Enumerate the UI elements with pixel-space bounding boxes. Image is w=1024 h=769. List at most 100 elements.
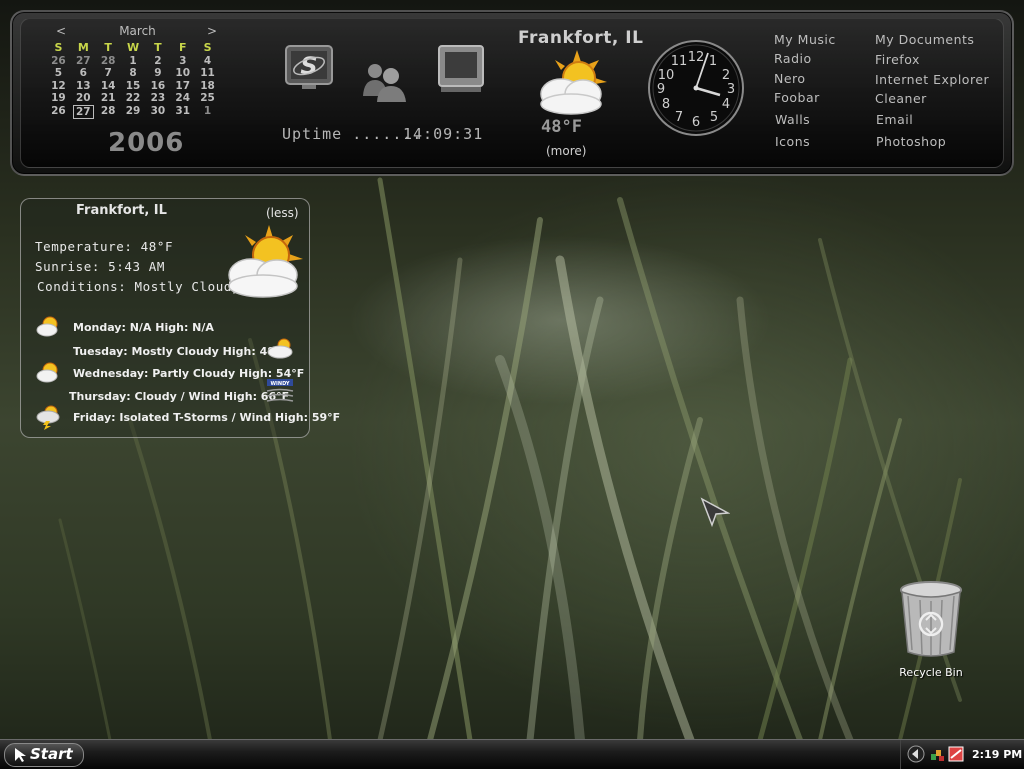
svg-text:12: 12 bbox=[688, 50, 705, 65]
calendar-day[interactable]: 26 bbox=[46, 55, 71, 68]
calendar-day[interactable]: 5 bbox=[46, 67, 71, 80]
link-email[interactable]: Email bbox=[876, 112, 913, 127]
calendar-week: 5 6 7 8 9 10 11 bbox=[46, 67, 220, 80]
link-radio[interactable]: Radio bbox=[774, 51, 812, 66]
svg-text:10: 10 bbox=[658, 68, 675, 83]
calendar-day[interactable]: 29 bbox=[121, 105, 146, 119]
mouse-cursor bbox=[700, 497, 731, 531]
calendar-day[interactable]: 28 bbox=[96, 55, 121, 68]
calendar-day[interactable]: 14 bbox=[96, 80, 121, 93]
calendar-day[interactable]: 30 bbox=[145, 105, 170, 119]
calendar-grid: S M T W T F S 26 27 28 1 2 3 4 5 6 7 8 9… bbox=[46, 41, 220, 119]
calendar-day[interactable]: 27 bbox=[71, 55, 96, 68]
link-internet-explorer[interactable]: Internet Explorer bbox=[875, 72, 989, 87]
calendar-day[interactable]: 8 bbox=[121, 67, 146, 80]
weather-temperature: Temperature: 48°F bbox=[35, 239, 174, 254]
calendar-day[interactable]: 1 bbox=[121, 55, 146, 68]
mostly-cloudy-small-icon bbox=[266, 337, 296, 363]
calendar-next-button[interactable]: > bbox=[207, 24, 217, 38]
link-walls[interactable]: Walls bbox=[775, 112, 810, 127]
start-button[interactable]: Start bbox=[4, 743, 84, 767]
svg-text:3: 3 bbox=[727, 82, 735, 97]
calendar-day[interactable]: 17 bbox=[170, 80, 195, 93]
launcher-monitor-s-icon[interactable]: S bbox=[284, 44, 334, 98]
calendar-day[interactable]: 15 bbox=[121, 80, 146, 93]
calendar-week: 26 27 28 1 2 3 4 bbox=[46, 55, 220, 68]
calendar-day[interactable]: 7 bbox=[96, 67, 121, 80]
svg-text:1: 1 bbox=[709, 54, 717, 69]
link-photoshop[interactable]: Photoshop bbox=[876, 134, 946, 149]
calendar-day[interactable]: 10 bbox=[170, 67, 195, 80]
uptime-label: Uptime ....... bbox=[282, 125, 423, 143]
recycle-bin[interactable]: Recycle Bin bbox=[893, 580, 969, 679]
calendar-day[interactable]: 28 bbox=[96, 105, 121, 119]
calendar-day[interactable]: 25 bbox=[195, 92, 220, 105]
forecast-day-5: Friday: Isolated T-Storms / Wind High: 5… bbox=[73, 411, 341, 424]
calendar-day[interactable]: 12 bbox=[46, 80, 71, 93]
calendar-day[interactable]: 31 bbox=[170, 105, 195, 119]
forecast-day-4: Thursday: Cloudy / Wind High: 66°F bbox=[69, 390, 290, 403]
taskbar-clock[interactable]: 2:19 PM bbox=[972, 748, 1022, 761]
svg-text:6: 6 bbox=[692, 115, 700, 130]
forecast-day-1: Monday: N/A High: N/A bbox=[73, 321, 214, 334]
calendar-day[interactable]: 9 bbox=[145, 67, 170, 80]
calendar-today-marker: 27 bbox=[72, 104, 94, 119]
weekday-label: T bbox=[104, 41, 112, 54]
link-my-music[interactable]: My Music bbox=[774, 32, 836, 47]
launcher-computer-icon[interactable] bbox=[437, 44, 485, 98]
tray-expand-icon[interactable] bbox=[907, 745, 925, 767]
calendar-header: < March > bbox=[40, 24, 220, 40]
svg-text:5: 5 bbox=[710, 110, 718, 125]
calendar-day[interactable]: 23 bbox=[145, 92, 170, 105]
tray-network-icon[interactable] bbox=[930, 746, 946, 766]
weekday-label: T bbox=[154, 41, 162, 54]
tray-app-icon[interactable] bbox=[948, 746, 964, 766]
calendar-day[interactable]: 6 bbox=[71, 67, 96, 80]
calendar-day[interactable]: 18 bbox=[195, 80, 220, 93]
calendar-day[interactable]: 13 bbox=[71, 80, 96, 93]
weather-detail-panel: Frankfort, IL (less) Temperature: 48°F S… bbox=[20, 198, 340, 438]
svg-text:4: 4 bbox=[722, 97, 730, 112]
calendar-day[interactable]: 16 bbox=[145, 80, 170, 93]
top-weather-temp: 48°F bbox=[541, 117, 582, 137]
calendar-day[interactable]: 20 bbox=[71, 92, 96, 105]
link-cleaner[interactable]: Cleaner bbox=[875, 91, 927, 106]
recycle-bin-icon bbox=[900, 581, 962, 657]
partly-cloudy-large-icon bbox=[221, 225, 307, 303]
calendar-week: 26 27 28 29 30 31 1 bbox=[46, 104, 220, 119]
windy-badge-text: WINDY bbox=[271, 381, 290, 387]
calendar-day[interactable]: 3 bbox=[170, 55, 195, 68]
svg-text:11: 11 bbox=[671, 54, 688, 69]
calendar-day[interactable]: 21 bbox=[96, 92, 121, 105]
calendar-day[interactable]: 2 bbox=[145, 55, 170, 68]
calendar-day[interactable]: 4 bbox=[195, 55, 220, 68]
weather-less-link[interactable]: (less) bbox=[266, 206, 299, 220]
analog-clock-widget: 12 1 2 345 678 9 10 11 bbox=[647, 39, 745, 141]
calendar-weekday-row: S M T W T F S bbox=[46, 41, 220, 55]
top-weather-city: Frankfort, IL bbox=[518, 28, 644, 48]
weather-more-link[interactable]: (more) bbox=[546, 144, 586, 158]
weather-sunrise: Sunrise: 5:43 AM bbox=[35, 259, 166, 274]
weekday-label: W bbox=[126, 41, 140, 54]
link-icons[interactable]: Icons bbox=[775, 134, 810, 149]
weekday-label: S bbox=[54, 41, 63, 54]
calendar-month: March bbox=[119, 24, 156, 38]
link-nero[interactable]: Nero bbox=[774, 71, 806, 86]
link-foobar[interactable]: Foobar bbox=[774, 90, 820, 105]
calendar-day[interactable]: 1 bbox=[195, 105, 220, 119]
calendar-day[interactable]: 19 bbox=[46, 92, 71, 105]
link-my-documents[interactable]: My Documents bbox=[875, 32, 974, 47]
launcher-users-icon[interactable] bbox=[360, 60, 408, 108]
calendar-day[interactable]: 24 bbox=[170, 92, 195, 105]
start-arrow-icon bbox=[15, 748, 26, 762]
calendar-day[interactable]: 11 bbox=[195, 67, 220, 80]
svg-text:9: 9 bbox=[657, 82, 665, 97]
calendar-day[interactable]: 26 bbox=[46, 105, 71, 119]
svg-text:2: 2 bbox=[722, 68, 730, 83]
svg-text:7: 7 bbox=[675, 110, 683, 125]
windy-icon: WINDY bbox=[265, 379, 295, 409]
calendar-day-today[interactable]: 27 bbox=[71, 104, 96, 119]
uptime-value: 14:09:31 bbox=[403, 125, 484, 143]
calendar-day[interactable]: 22 bbox=[121, 92, 146, 105]
link-firefox[interactable]: Firefox bbox=[875, 52, 920, 67]
